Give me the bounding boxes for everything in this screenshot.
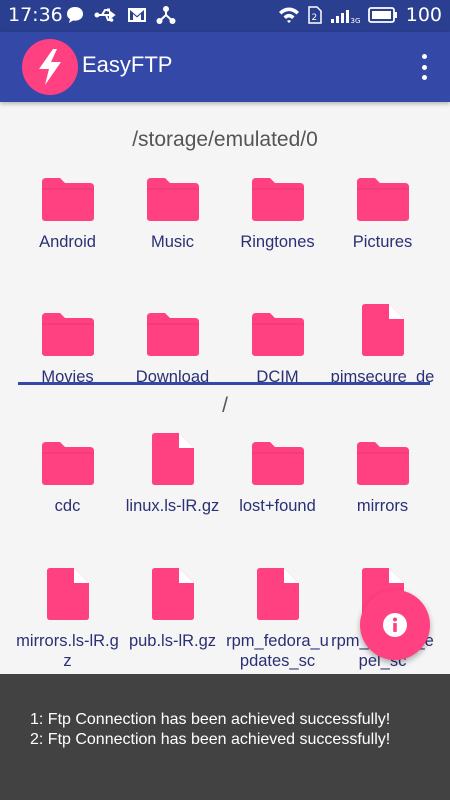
menu-dot [421, 54, 427, 59]
folder-icon [355, 166, 411, 222]
sim-icon: 2 [307, 6, 322, 24]
folder-icon [145, 166, 201, 222]
folder-item[interactable]: Music [120, 158, 225, 293]
file-item[interactable]: mirrors.ls-lR.gz [15, 557, 120, 674]
folder-item[interactable]: Pictures [330, 158, 435, 293]
system-icons: 2 3G 100 [278, 4, 442, 26]
item-label: Pictures [352, 233, 413, 251]
item-label: Ringtones [240, 233, 315, 251]
overflow-menu-button[interactable] [416, 54, 432, 80]
notification-icons [65, 5, 176, 25]
file-item[interactable]: pimsecure_debug.txt [330, 293, 435, 384]
log-line: 2: Ftp Connection has been achieved succ… [30, 731, 391, 748]
folder-item[interactable]: Movies [15, 293, 120, 384]
local-file-pane[interactable]: /storage/emulated/0 Android Music Ringtone… [0, 102, 450, 384]
item-label: Android [39, 233, 96, 251]
folder-icon [40, 166, 96, 222]
usb-icon [94, 8, 116, 22]
remote-path: / [222, 394, 228, 417]
item-label: mirrors [356, 497, 409, 515]
info-button[interactable] [360, 590, 430, 660]
item-label: pub.ls-lR.gz [128, 632, 217, 650]
info-icon [383, 613, 407, 637]
folder-icon [355, 430, 411, 486]
app-title: EasyFTP [82, 52, 173, 77]
folder-icon [40, 301, 96, 357]
svg-text:2: 2 [311, 13, 317, 23]
battery-icon [367, 7, 397, 23]
item-label: lost+found [239, 497, 316, 515]
file-icon [151, 565, 195, 621]
file-icon [46, 565, 90, 621]
file-icon [151, 430, 195, 486]
folder-item[interactable]: mirrors [330, 422, 435, 557]
item-label: linux.ls-lR.gz [125, 497, 220, 515]
item-label: rpm_fedora_updates_sc [226, 632, 329, 670]
pane-divider[interactable] [18, 382, 430, 385]
file-item[interactable]: pub.ls-lR.gz [120, 557, 225, 674]
log-lines: 1: Ftp Connection has been achieved succ… [30, 710, 390, 750]
wifi-icon [278, 7, 299, 23]
folder-icon [250, 301, 306, 357]
item-label: cdc [54, 497, 81, 515]
log-line: 1: Ftp Connection has been achieved succ… [30, 711, 391, 728]
folder-item[interactable]: cdc [15, 422, 120, 557]
menu-dot [421, 75, 427, 80]
folder-icon [250, 166, 306, 222]
status-time: 17:36 [8, 4, 63, 26]
share-icon [156, 6, 176, 24]
file-item[interactable]: linux.ls-lR.gz [120, 422, 225, 557]
signal-icon: 3G [330, 10, 360, 24]
chat-icon [67, 7, 83, 23]
file-icon [256, 565, 300, 621]
file-item[interactable]: rpm_fedora_updates_sc [225, 557, 330, 674]
folder-item[interactable]: Download [120, 293, 225, 384]
app-bar: EasyFTP [0, 32, 450, 102]
folder-icon [145, 301, 201, 357]
app-logo [22, 39, 78, 95]
folder-icon [40, 430, 96, 486]
folder-icon [250, 430, 306, 486]
battery-level: 100 [405, 4, 442, 26]
lightning-icon [39, 49, 61, 85]
folder-item[interactable]: lost+found [225, 422, 330, 557]
item-label: mirrors.ls-lR.gz [16, 632, 119, 670]
folder-item[interactable]: Android [15, 158, 120, 293]
item-label: Music [150, 233, 195, 251]
connection-log: 1: Ftp Connection has been achieved succ… [0, 674, 450, 800]
menu-dot [421, 64, 427, 70]
svg-text:3G: 3G [350, 17, 360, 24]
status-bar: 17:36 2 3G 100 [0, 0, 450, 32]
folder-item[interactable]: DCIM [225, 293, 330, 384]
file-icon [361, 301, 405, 357]
gmail-icon [128, 8, 146, 22]
local-path: /storage/emulated/0 [132, 128, 318, 151]
folder-item[interactable]: Ringtones [225, 158, 330, 293]
local-file-grid: Android Music Ringtones Pictures Movies Downl… [15, 158, 435, 384]
